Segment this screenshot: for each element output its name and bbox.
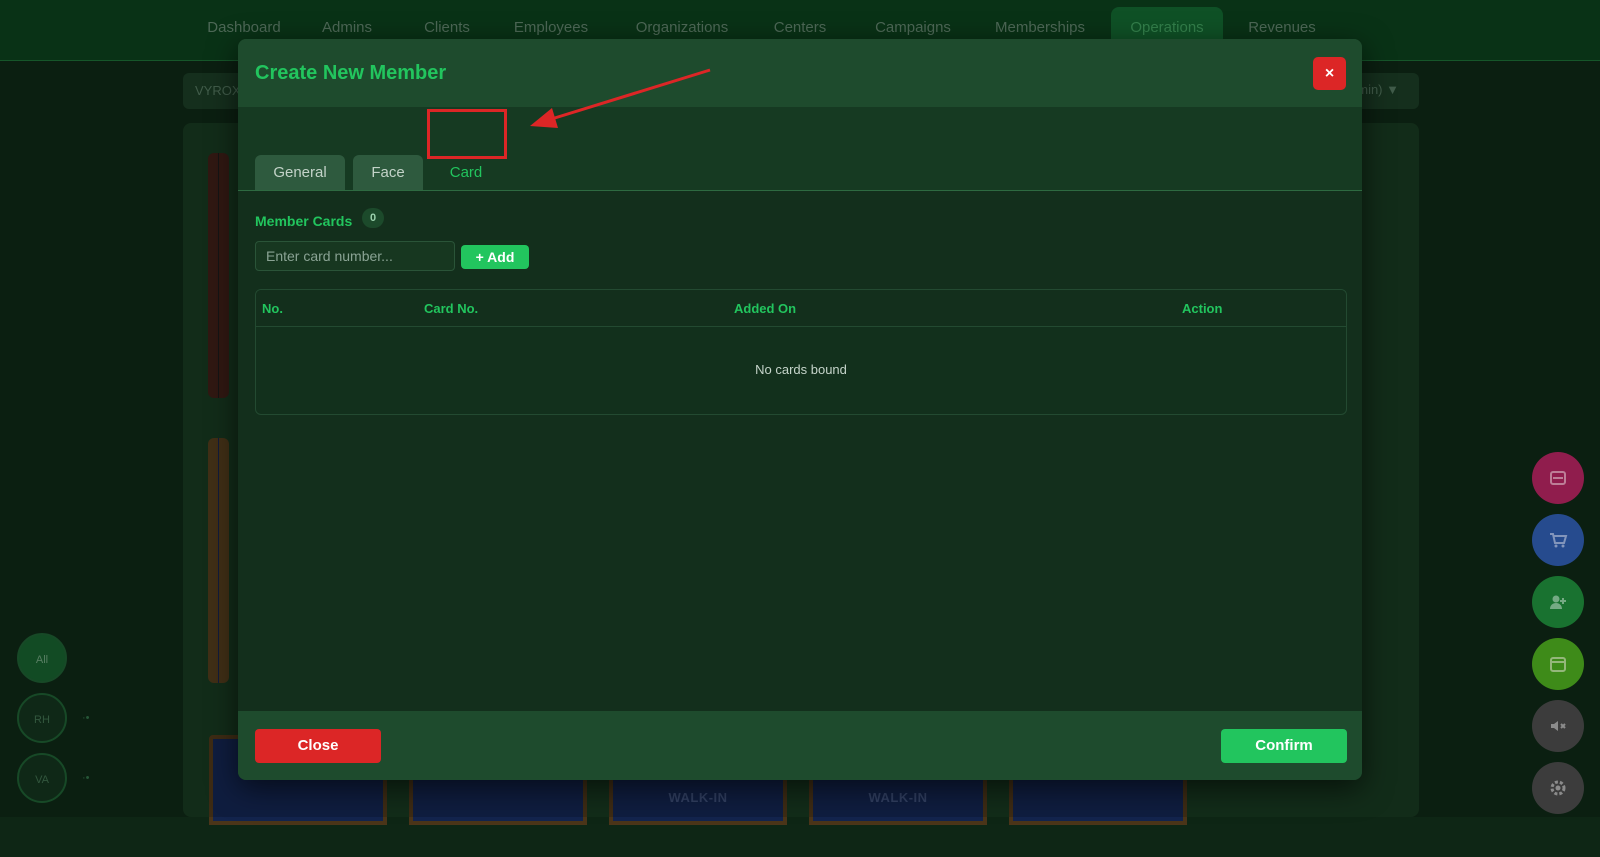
annotation-arrow-icon	[530, 68, 711, 128]
